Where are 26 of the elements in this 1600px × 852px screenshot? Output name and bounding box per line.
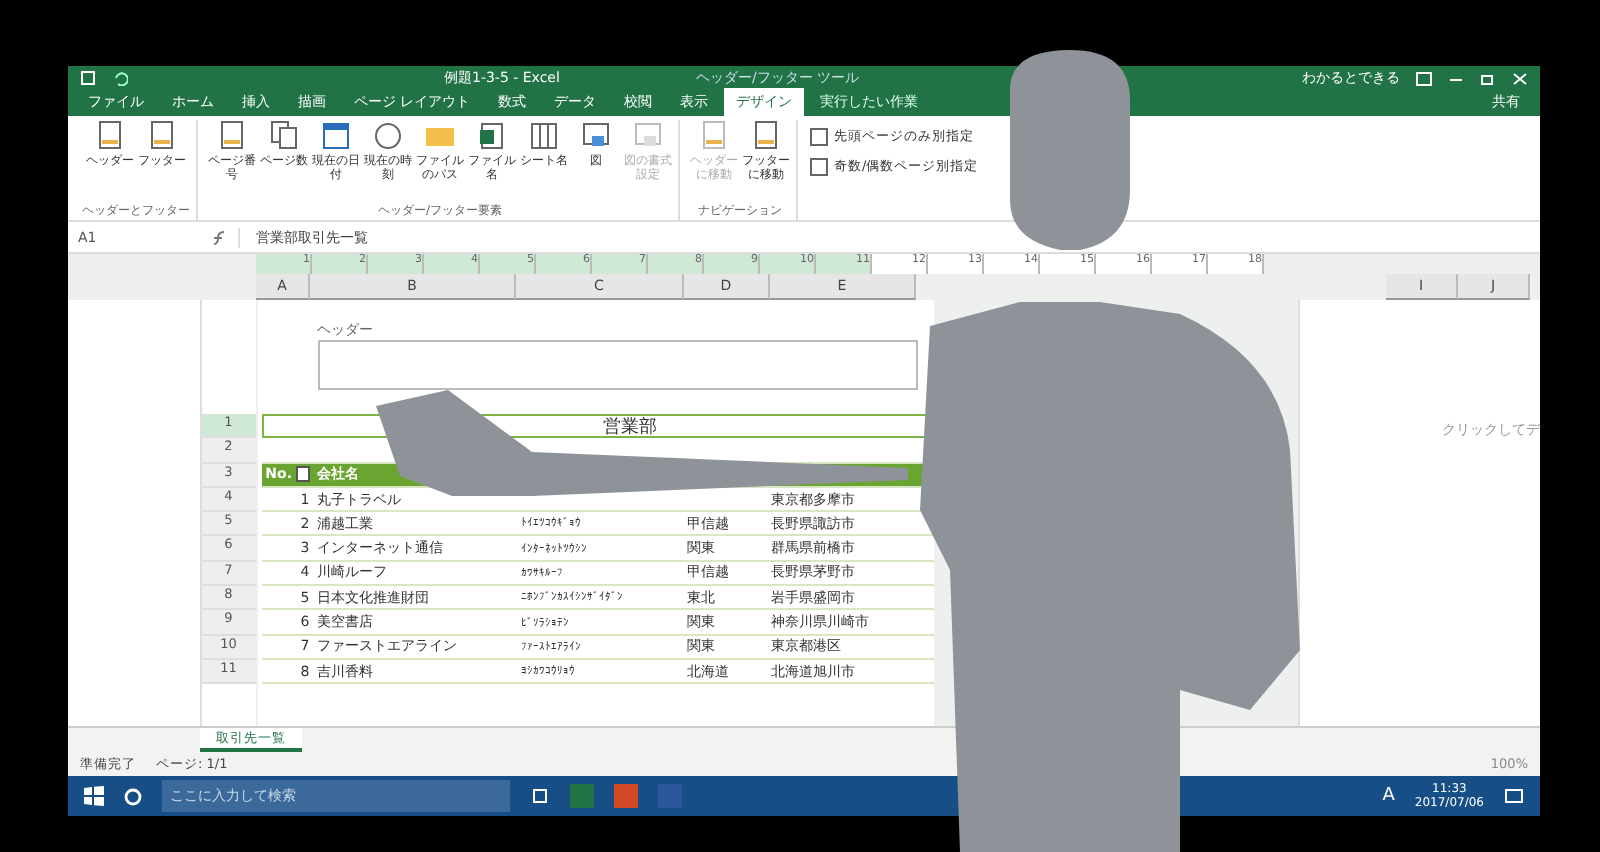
filter-icon[interactable] — [296, 466, 310, 483]
undo-icon[interactable] — [112, 70, 128, 86]
close-icon[interactable] — [1512, 71, 1528, 85]
sheet-title: 営業部 — [603, 415, 658, 440]
save-icon[interactable] — [80, 70, 96, 86]
restore-icon[interactable] — [1480, 71, 1496, 85]
function-icon — [210, 229, 226, 245]
page-icon — [146, 120, 178, 152]
task-view-icon[interactable] — [530, 788, 550, 804]
ribbon-display-icon[interactable] — [1416, 71, 1432, 85]
circle-icon[interactable] — [124, 787, 142, 805]
calendar-icon — [320, 120, 352, 152]
page-icon — [750, 120, 782, 152]
page-icon — [698, 120, 730, 152]
page-icon — [94, 120, 126, 152]
sheet-icon — [528, 120, 560, 152]
page-icon — [216, 120, 248, 152]
start-icon[interactable] — [84, 786, 104, 806]
header-field[interactable] — [317, 340, 918, 390]
pages-icon — [268, 120, 300, 152]
picture-icon — [632, 120, 664, 152]
ime-indicator[interactable]: A — [1382, 786, 1395, 806]
spreadsheet-file-icon — [476, 120, 508, 152]
notification-icon[interactable] — [1504, 787, 1524, 805]
clock-icon — [372, 120, 404, 152]
picture-icon — [580, 120, 612, 152]
